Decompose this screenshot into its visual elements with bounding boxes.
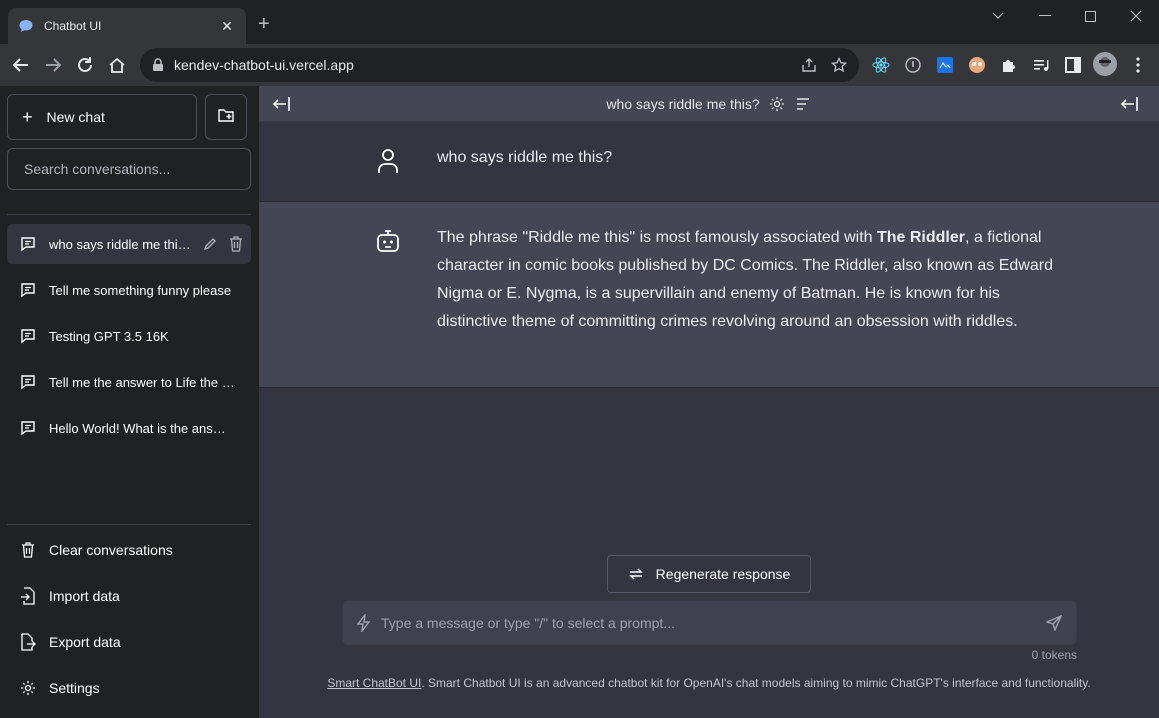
regenerate-response-button[interactable]: Regenerate response: [607, 555, 811, 593]
side-panel-icon[interactable]: [1063, 55, 1083, 75]
browser-toolbar: kendev-chatbot-ui.vercel.app: [0, 44, 1159, 86]
chat-header: who says riddle me this?: [259, 86, 1159, 122]
info-extension-icon[interactable]: [903, 55, 923, 75]
browser-window: Chatbot UI ✕ + kendev-chatbot-ui.vercel.…: [0, 0, 1159, 718]
token-count: 0 tokens: [1031, 648, 1077, 662]
plus-icon: +: [22, 106, 33, 127]
clear-conversations-button[interactable]: Clear conversations: [7, 530, 251, 570]
import-data-button[interactable]: Import data: [7, 576, 251, 616]
message-input[interactable]: [381, 614, 1046, 631]
conversation-item[interactable]: Tell me the answer to Life the Universe …: [7, 362, 251, 402]
bolt-icon[interactable]: [357, 613, 371, 632]
maximize-button[interactable]: [1070, 6, 1110, 26]
settings-label: Settings: [49, 680, 100, 696]
back-arrow-icon[interactable]: [10, 54, 32, 76]
smart-chatbot-link[interactable]: Smart ChatBot UI: [327, 676, 421, 690]
robot-icon: [375, 228, 401, 254]
new-chat-button[interactable]: + New chat: [7, 94, 197, 140]
folder-plus-icon: [217, 106, 235, 129]
home-icon[interactable]: [106, 54, 128, 76]
trash-icon[interactable]: [227, 235, 245, 253]
conversation-item[interactable]: Hello World! What is the answer?: [7, 408, 251, 448]
conversation-label: who says riddle me this?: [49, 236, 191, 252]
minimize-button[interactable]: [1025, 6, 1065, 26]
export-data-label: Export data: [49, 634, 121, 650]
chat-title: who says riddle me this?: [606, 95, 760, 112]
gear-icon: [19, 679, 37, 697]
export-data-button[interactable]: Export data: [7, 622, 251, 662]
file-export-icon: [19, 633, 37, 651]
user-message: who says riddle me this?: [259, 122, 1159, 202]
conversation-label: Testing GPT 3.5 16K: [49, 328, 169, 344]
footer-description: . Smart Chatbot UI is an advanced chatbo…: [421, 676, 1091, 690]
reload-icon[interactable]: [74, 54, 96, 76]
media-queue-icon[interactable]: [1031, 55, 1051, 75]
assistant-text-bold: The Riddler: [876, 229, 965, 246]
chat-bubble-icon: [18, 18, 34, 34]
tab-close-button[interactable]: ✕: [218, 18, 236, 35]
puzzle-extensions-icon[interactable]: [999, 55, 1019, 75]
settings-button[interactable]: Settings: [7, 668, 251, 708]
title-bar: Chatbot UI ✕ +: [0, 0, 1159, 44]
face-extension-icon[interactable]: [967, 55, 987, 75]
trash-icon: [19, 541, 37, 559]
regenerate-label: Regenerate response: [655, 566, 791, 582]
list-icon[interactable]: [794, 95, 812, 113]
refresh-icon: [628, 567, 644, 581]
file-import-icon: [19, 587, 37, 605]
conversation-label: Tell me the answer to Life the Universe …: [49, 374, 235, 390]
react-devtools-icon[interactable]: [871, 55, 891, 75]
conversation-label: Hello World! What is the answer?: [49, 420, 235, 436]
conversation-item[interactable]: Tell me something funny please: [7, 270, 251, 310]
bookmark-star-icon[interactable]: [829, 55, 849, 75]
edit-pencil-icon[interactable]: [201, 235, 219, 253]
new-chat-label: New chat: [46, 109, 105, 125]
clear-conversations-label: Clear conversations: [49, 542, 173, 558]
browser-menu-icon[interactable]: [1128, 55, 1148, 75]
collapse-sidebar-icon[interactable]: [271, 95, 291, 113]
message-icon: [19, 327, 37, 345]
footer-text: Smart ChatBot UI. Smart Chatbot UI is an…: [259, 676, 1159, 690]
sidebar-divider: [7, 214, 251, 215]
forward-arrow-icon[interactable]: [42, 54, 64, 76]
search-conversations-input[interactable]: [7, 148, 251, 190]
new-tab-button[interactable]: +: [258, 14, 270, 34]
tab-search-icon[interactable]: [978, 6, 1018, 26]
share-icon[interactable]: [799, 55, 819, 75]
user-message-text: who says riddle me this?: [437, 149, 613, 166]
lock-icon: [152, 58, 164, 72]
send-icon[interactable]: [1046, 614, 1062, 631]
assistant-message-text: The phrase "Riddle me this" is most famo…: [437, 224, 1057, 336]
conversation-item[interactable]: who says riddle me this?: [7, 224, 251, 264]
url-text: kendev-chatbot-ui.vercel.app: [174, 57, 354, 73]
message-icon: [19, 419, 37, 437]
import-data-label: Import data: [49, 588, 120, 604]
gear-icon[interactable]: [768, 95, 786, 113]
blue-extension-icon[interactable]: [935, 55, 955, 75]
message-icon: [19, 235, 37, 253]
message-input-box: [342, 600, 1077, 645]
assistant-message: The phrase "Riddle me this" is most famo…: [259, 202, 1159, 388]
assistant-text-part: The phrase "Riddle me this" is most famo…: [437, 229, 877, 246]
address-bar[interactable]: kendev-chatbot-ui.vercel.app: [140, 48, 859, 82]
collapse-right-panel-icon[interactable]: [1119, 95, 1139, 113]
new-folder-button[interactable]: [205, 94, 247, 140]
message-icon: [19, 373, 37, 391]
conversation-label: Tell me something funny please: [49, 282, 232, 298]
profile-avatar[interactable]: [1093, 52, 1117, 76]
close-window-button[interactable]: [1116, 6, 1156, 26]
sidebar: + New chat who says riddle me this?: [0, 86, 259, 718]
chat-main: who says riddle me this? who says riddle…: [259, 86, 1159, 718]
sidebar-divider: [7, 524, 251, 525]
tab-title: Chatbot UI: [44, 19, 102, 33]
conversation-item[interactable]: Testing GPT 3.5 16K: [7, 316, 251, 356]
message-icon: [19, 281, 37, 299]
user-icon: [375, 148, 401, 174]
browser-tab[interactable]: Chatbot UI ✕: [8, 8, 246, 44]
